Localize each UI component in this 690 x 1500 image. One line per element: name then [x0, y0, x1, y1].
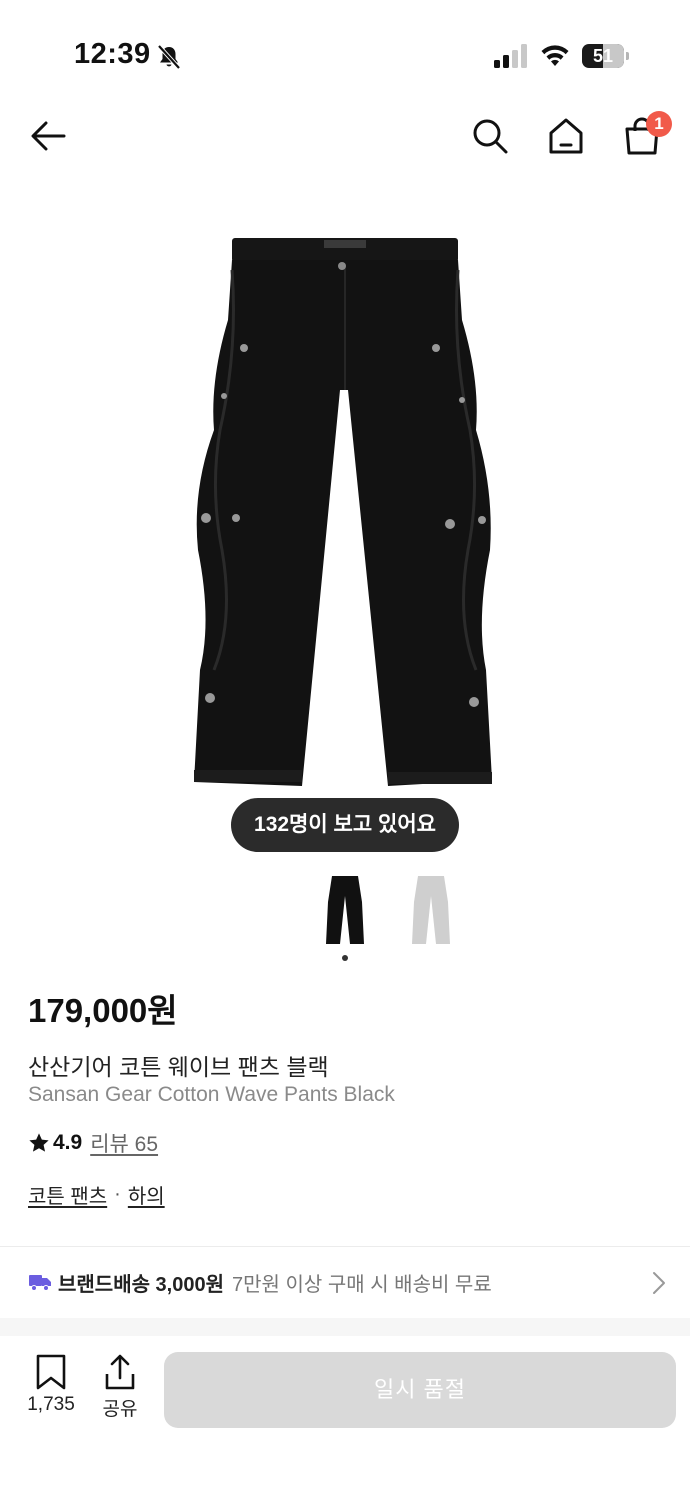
bookmark-icon — [36, 1354, 66, 1390]
category-link-cotton-pants[interactable]: 코튼 팬츠 — [28, 1180, 107, 1209]
truck-icon — [29, 1275, 51, 1291]
cart-count-badge: 1 — [646, 111, 672, 137]
free-shipping-note: 7만원 이상 구매 시 배송비 무료 — [232, 1273, 492, 1296]
sold-out-button[interactable]: 일시 품절 — [164, 1352, 676, 1428]
wishlist-button[interactable]: 1,735 — [20, 1354, 82, 1426]
shipping-fee-label: 브랜드배송 3,000원 — [58, 1273, 225, 1296]
section-gap — [0, 1318, 690, 1336]
home-button[interactable] — [544, 114, 588, 158]
back-button[interactable] — [26, 114, 70, 158]
viewers-count-badge: 132명이 보고 있어요 — [231, 798, 459, 852]
category-separator: · — [114, 1183, 121, 1205]
cellular-signal-icon — [494, 44, 527, 68]
share-icon — [105, 1354, 135, 1390]
shipping-info-row[interactable]: 브랜드배송 3,000원 7만원 이상 구매 시 배송비 무료 — [0, 1247, 690, 1317]
category-breadcrumb: 코튼 팬츠 · 하의 — [28, 1180, 165, 1209]
product-image[interactable] — [180, 230, 510, 800]
status-bar: 12:39 51 — [0, 0, 690, 110]
battery-icon: 51 — [582, 44, 630, 68]
wishlist-count: 1,735 — [27, 1394, 75, 1415]
bell-slash-icon — [157, 44, 181, 70]
bottom-action-bar: 1,735 공유 일시 품절 — [0, 1336, 690, 1500]
star-icon — [29, 1133, 49, 1152]
rating-row: 4.9 리뷰 65 — [28, 1128, 158, 1158]
chevron-right-icon — [653, 1272, 665, 1294]
share-button[interactable]: 공유 — [92, 1354, 148, 1426]
top-nav — [0, 100, 690, 170]
wifi-icon — [541, 45, 569, 66]
search-icon — [473, 119, 508, 154]
thumbnail-gray[interactable] — [408, 872, 454, 948]
status-time: 12:39 — [74, 38, 151, 70]
product-name-korean: 산산기어 코튼 웨이브 팬츠 블랙 — [28, 1054, 329, 1080]
product-price: 179,000원 — [28, 992, 178, 1029]
image-page-indicator — [342, 955, 348, 961]
arrow-left-icon — [31, 121, 66, 151]
share-label: 공유 — [102, 1399, 138, 1420]
home-icon — [549, 118, 583, 154]
battery-level: 51 — [592, 46, 614, 66]
rating-value: 4.9 — [53, 1131, 83, 1154]
category-link-bottoms[interactable]: 하의 — [128, 1180, 165, 1209]
search-button[interactable] — [468, 114, 512, 158]
product-name-english: Sansan Gear Cotton Wave Pants Black — [28, 1083, 395, 1106]
thumbnail-black[interactable] — [322, 872, 368, 948]
review-count-link[interactable]: 리뷰 65 — [90, 1128, 158, 1158]
